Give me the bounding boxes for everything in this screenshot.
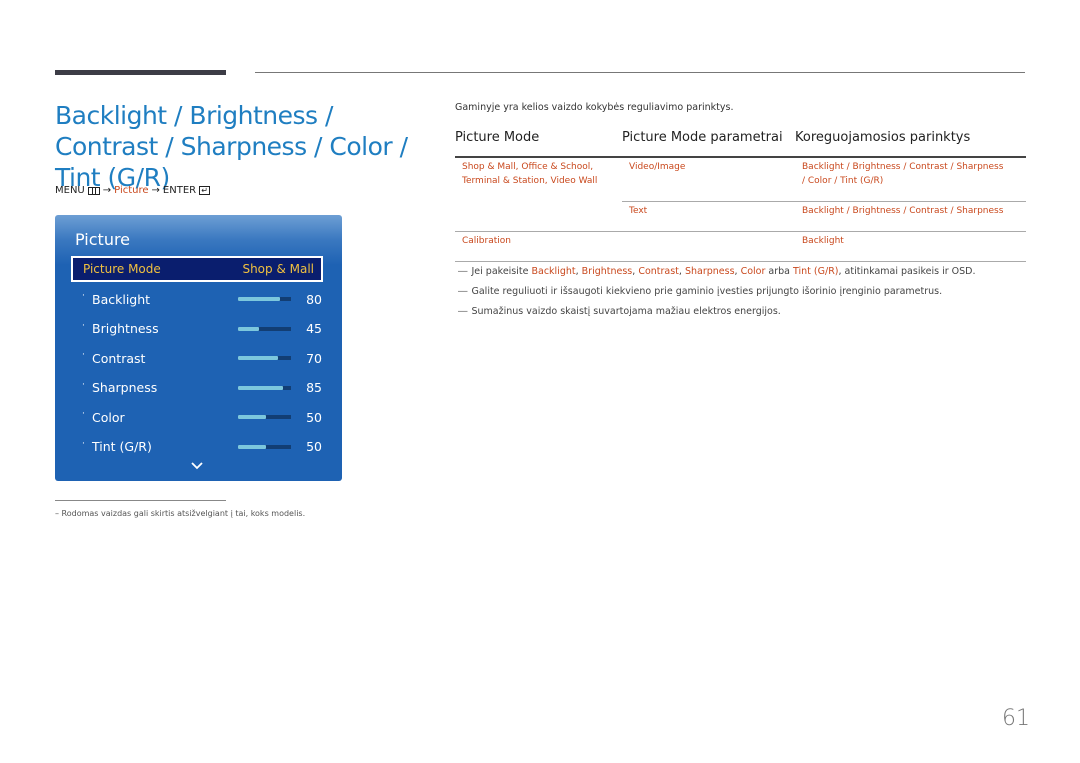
slider-fill	[238, 356, 278, 360]
table-header-picture-mode: Picture Mode	[455, 130, 540, 145]
table-cell-mode: Shop & Mall, Office & School, Terminal &…	[462, 160, 597, 188]
enter-icon: ↵	[199, 186, 211, 195]
osd-item-slider[interactable]	[238, 356, 291, 360]
table-row-rule	[455, 261, 1026, 262]
osd-title: Picture	[75, 230, 131, 249]
menu-path-picture: Picture	[114, 185, 149, 196]
slider-fill	[238, 444, 266, 449]
osd-item-value: 85	[306, 380, 322, 395]
footnote-rule	[55, 500, 226, 501]
enter-label: ENTER	[162, 185, 197, 196]
bullet-icon: ·	[82, 438, 85, 449]
note-text: arba	[765, 266, 794, 277]
bullet-icon: ·	[82, 291, 85, 301]
osd-item-label: Contrast	[92, 350, 146, 366]
osd-item-brightness[interactable]: · Brightness 45	[82, 319, 322, 339]
table-cell-options: Backlight	[802, 236, 844, 246]
arrow-icon: →	[151, 185, 160, 196]
table-cell-options: Backlight / Brightness / Contrast / Shar…	[802, 206, 1004, 216]
cell-line: Shop & Mall, Office & School,	[462, 162, 594, 172]
osd-item-label: Backlight	[92, 291, 151, 307]
osd-item-value: 80	[306, 291, 322, 307]
menu-icon	[87, 186, 100, 195]
note-1: ― Jei pakeisite Backlight, Brightness, Co…	[458, 266, 975, 277]
osd-item-slider[interactable]	[238, 444, 291, 449]
page-number: 61	[1002, 706, 1030, 731]
note-marker: ―	[458, 306, 468, 317]
intro-text: Gaminyje yra kelios vaizdo kokybės regul…	[455, 102, 734, 113]
osd-item-label: Sharpness	[92, 380, 158, 395]
osd-item-label: Brightness	[92, 321, 159, 336]
osd-picture-mode-value: Shop & Mall	[242, 262, 314, 276]
slider-fill	[238, 326, 260, 331]
note-term: Brightness	[581, 266, 633, 277]
osd-item-label: Tint (G/R)	[92, 439, 152, 454]
note-3: ― Sumažinus vaizdo skaistį suvartojama ma…	[458, 306, 781, 317]
osd-picture-mode-row[interactable]: Picture Mode Shop & Mall	[71, 256, 323, 282]
cell-line: Backlight / Brightness / Contrast / Shar…	[802, 162, 1004, 172]
osd-item-value: 50	[306, 439, 322, 454]
osd-item-label: Color	[92, 409, 125, 425]
cell-line: Terminal & Station, Video Wall	[462, 176, 598, 186]
note-term: Backlight	[531, 266, 576, 277]
bullet-icon: ·	[82, 350, 85, 360]
bullet-icon: ·	[82, 379, 85, 390]
menu-path: MENU → Picture → ENTER ↵	[55, 185, 211, 196]
note-text: , atitinkamai pasikeis ir OSD.	[838, 266, 976, 277]
osd-item-color[interactable]: · Color 50	[82, 407, 322, 427]
table-cell-options: Backlight / Brightness / Contrast / Shar…	[802, 160, 1003, 188]
osd-picture-mode-label: Picture Mode	[83, 262, 161, 276]
osd-item-value: 70	[306, 350, 322, 366]
bullet-icon: ·	[82, 320, 85, 331]
table-cell-param: Text	[629, 206, 648, 216]
table-header-rule	[455, 156, 1026, 158]
note-term: Tint (G/R)	[793, 266, 839, 277]
note-term: Color	[740, 266, 766, 277]
osd-item-tint-g-r[interactable]: · Tint (G/R) 50	[82, 437, 322, 457]
footnote: – Rodomas vaizdas gali skirtis atsižvelg…	[55, 509, 306, 518]
table-row-rule	[622, 201, 1026, 202]
arrow-icon: →	[102, 185, 112, 196]
note-text: Jei pakeisite	[471, 266, 532, 277]
header-rule-thin	[255, 72, 1025, 73]
osd-item-sharpness[interactable]: · Sharpness 85	[82, 378, 322, 398]
osd-item-value: 50	[306, 409, 322, 425]
note-text: Galite reguliuoti ir išsaugoti kiekvieno…	[471, 286, 943, 297]
picture-osd-menu: Picture Picture Mode Shop & Mall · Backli…	[55, 215, 342, 481]
osd-item-slider[interactable]	[238, 415, 291, 419]
slider-fill	[238, 385, 284, 390]
note-text: Sumažinus vaizdo skaistį suvartojama maž…	[471, 306, 781, 317]
table-row-rule	[455, 231, 1026, 232]
menu-label: MENU	[55, 185, 85, 196]
chevron-down-icon[interactable]	[191, 460, 203, 472]
note-term: Sharpness	[684, 266, 735, 277]
table-header-options: Koreguojamosios parinktys	[795, 130, 971, 145]
osd-item-backlight[interactable]: · Backlight 80	[82, 289, 322, 309]
osd-item-slider[interactable]	[238, 297, 291, 301]
note-term: Contrast	[638, 266, 679, 277]
osd-item-value: 45	[306, 321, 322, 336]
note-marker: ―	[458, 266, 468, 277]
slider-fill	[238, 415, 266, 419]
note-marker: ―	[458, 286, 468, 297]
slider-fill	[238, 297, 281, 301]
table-cell-mode: Calibration	[462, 236, 511, 246]
osd-item-contrast[interactable]: · Contrast 70	[82, 348, 322, 368]
page-title: Backlight / Brightness / Contrast / Shar…	[55, 101, 408, 192]
bullet-icon: ·	[82, 409, 85, 419]
table-cell-param: Video/Image	[629, 162, 686, 172]
cell-line: / Color / Tint (G/R)	[802, 176, 884, 186]
header-rule-thick	[55, 70, 226, 75]
osd-item-slider[interactable]	[238, 326, 291, 331]
table-header-parameters: Picture Mode parametrai	[622, 130, 783, 145]
osd-item-slider[interactable]	[238, 385, 291, 390]
note-2: ― Galite reguliuoti ir išsaugoti kiekvien…	[458, 286, 942, 297]
